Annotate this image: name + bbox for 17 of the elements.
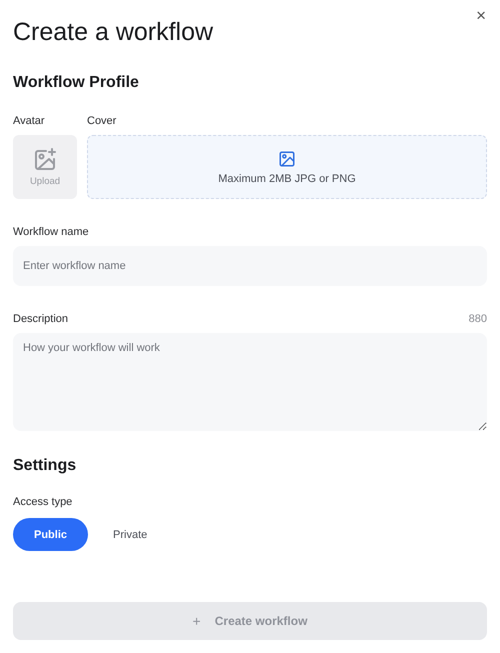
cover-label: Cover <box>87 114 118 128</box>
character-counter: 880 <box>468 312 487 326</box>
dialog-title: Create a workflow <box>13 17 214 48</box>
access-option[interactable]: Private <box>92 518 168 551</box>
image-add-icon <box>33 148 57 172</box>
description-label: Description <box>13 312 68 326</box>
cover-upload-area[interactable]: Maximum 2MB JPG or PNG <box>87 135 487 199</box>
section-heading: Workflow Profile <box>13 73 140 93</box>
section-heading: Settings <box>13 456 78 476</box>
access-option[interactable]: Public <box>13 518 88 551</box>
access-type-label: Access type <box>13 495 74 509</box>
avatar-label: Avatar <box>13 114 46 128</box>
name-input[interactable]: Enter workflow name <box>13 246 487 286</box>
close-button[interactable]: × <box>472 6 490 26</box>
description-textarea[interactable]: How your workflow will work <box>13 333 487 431</box>
image-icon <box>278 150 296 168</box>
name-label: Workflow name <box>13 225 90 239</box>
